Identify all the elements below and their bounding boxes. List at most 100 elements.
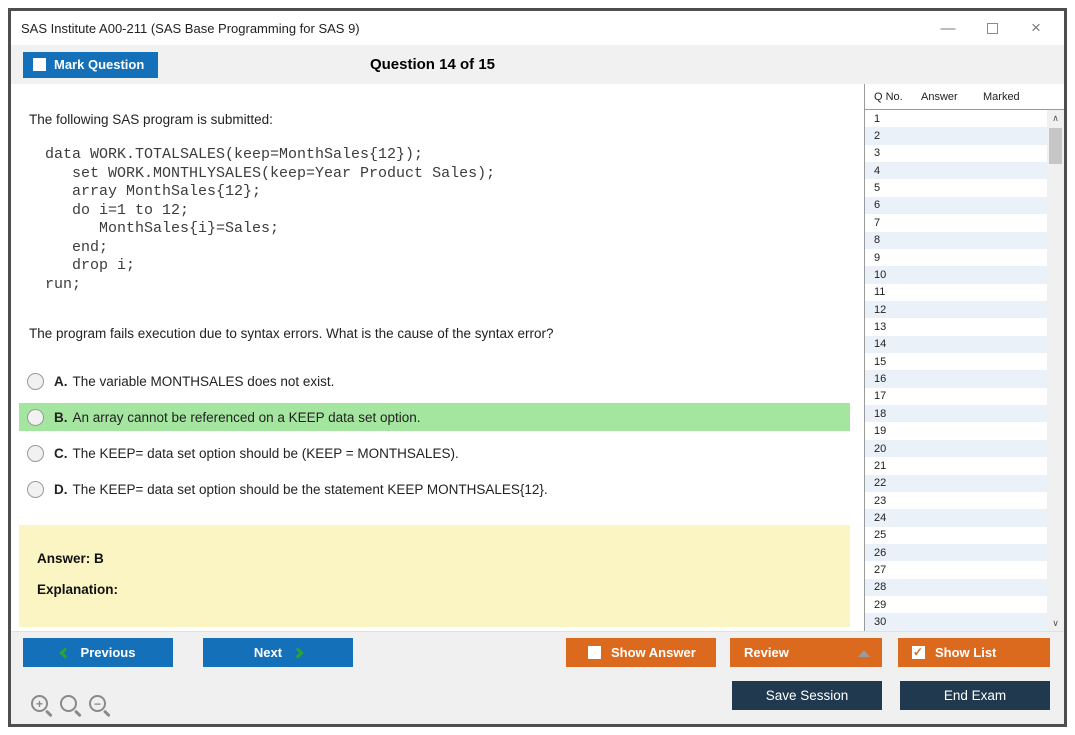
close-button[interactable]: × — [1014, 11, 1058, 45]
question-list-row[interactable]: 1 — [865, 110, 1047, 127]
question-list-row[interactable]: 21 — [865, 457, 1047, 474]
question-list-row[interactable]: 13 — [865, 318, 1047, 335]
row-q-number: 4 — [865, 165, 921, 177]
row-q-number: 26 — [865, 547, 921, 559]
radio-icon[interactable] — [27, 373, 44, 390]
footer-toolbar: Previous Next Show Answer Review Show Li… — [11, 631, 1064, 724]
row-q-number: 12 — [865, 304, 921, 316]
question-list-row[interactable]: 22 — [865, 475, 1047, 492]
row-q-number: 23 — [865, 495, 921, 507]
end-exam-label: End Exam — [944, 688, 1006, 703]
answer-option[interactable]: B.An array cannot be referenced on a KEE… — [19, 403, 850, 431]
row-q-number: 3 — [865, 147, 921, 159]
question-list-row[interactable]: 24 — [865, 509, 1047, 526]
question-list-row[interactable]: 26 — [865, 544, 1047, 561]
radio-icon[interactable] — [27, 409, 44, 426]
question-list-row[interactable]: 20 — [865, 440, 1047, 457]
show-list-button[interactable]: Show List — [898, 638, 1050, 667]
question-intro-text: The following SAS program is submitted: — [29, 112, 850, 127]
question-list-row[interactable]: 9 — [865, 249, 1047, 266]
question-list-row[interactable]: 5 — [865, 179, 1047, 196]
zoom-out-icon[interactable]: − — [89, 695, 106, 712]
question-list-row[interactable]: 23 — [865, 492, 1047, 509]
question-header: Mark Question Question 14 of 15 — [11, 45, 1064, 84]
column-header-qno: Q No. — [865, 91, 921, 103]
row-q-number: 30 — [865, 616, 921, 628]
question-list-sidebar: Q No. Answer Marked 12345678910111213141… — [864, 84, 1064, 631]
row-q-number: 6 — [865, 199, 921, 211]
previous-button[interactable]: Previous — [23, 638, 173, 667]
answer-option[interactable]: C.The KEEP= data set option should be (K… — [19, 439, 850, 467]
column-header-answer: Answer — [921, 91, 983, 103]
question-list-row[interactable]: 14 — [865, 336, 1047, 353]
question-list-row[interactable]: 29 — [865, 596, 1047, 613]
content-area: The following SAS program is submitted: … — [11, 84, 1064, 631]
question-list-row[interactable]: 10 — [865, 266, 1047, 283]
row-q-number: 15 — [865, 356, 921, 368]
row-q-number: 7 — [865, 217, 921, 229]
question-list-row[interactable]: 27 — [865, 561, 1047, 578]
question-list: 1234567891011121314151617181920212223242… — [865, 110, 1047, 631]
option-letter: A. — [54, 374, 68, 389]
question-list-row[interactable]: 11 — [865, 284, 1047, 301]
option-text: The variable MONTHSALES does not exist. — [73, 374, 335, 389]
question-list-row[interactable]: 25 — [865, 527, 1047, 544]
next-label: Next — [254, 645, 282, 660]
row-q-number: 2 — [865, 130, 921, 142]
scroll-down-icon[interactable]: ∨ — [1047, 615, 1064, 631]
radio-icon[interactable] — [27, 445, 44, 462]
question-list-row[interactable]: 12 — [865, 301, 1047, 318]
row-q-number: 19 — [865, 425, 921, 437]
show-answer-button[interactable]: Show Answer — [566, 638, 716, 667]
question-list-scrollbar[interactable]: ∧ ∨ — [1047, 110, 1064, 631]
question-list-row[interactable]: 17 — [865, 388, 1047, 405]
row-q-number: 1 — [865, 113, 921, 125]
question-list-row[interactable]: 7 — [865, 214, 1047, 231]
save-session-button[interactable]: Save Session — [732, 681, 882, 710]
review-dropdown-button[interactable]: Review — [730, 638, 882, 667]
question-counter: Question 14 of 15 — [11, 56, 854, 73]
question-list-row[interactable]: 15 — [865, 353, 1047, 370]
option-letter: D. — [54, 482, 68, 497]
save-session-label: Save Session — [766, 688, 849, 703]
maximize-button[interactable] — [970, 11, 1014, 45]
zoom-in-icon[interactable]: + — [31, 695, 48, 712]
question-list-row[interactable]: 6 — [865, 197, 1047, 214]
next-button[interactable]: Next — [203, 638, 353, 667]
scroll-up-icon[interactable]: ∧ — [1047, 110, 1064, 126]
magnifier-icon[interactable] — [60, 695, 77, 712]
show-answer-label: Show Answer — [611, 645, 696, 660]
question-list-row[interactable]: 3 — [865, 145, 1047, 162]
question-list-row[interactable]: 16 — [865, 370, 1047, 387]
question-list-row[interactable]: 30 — [865, 613, 1047, 630]
row-q-number: 17 — [865, 390, 921, 402]
question-list-row[interactable]: 8 — [865, 232, 1047, 249]
explanation-label: Explanation: — [37, 582, 832, 597]
row-q-number: 25 — [865, 529, 921, 541]
row-q-number: 29 — [865, 599, 921, 611]
question-list-row[interactable]: 28 — [865, 579, 1047, 596]
question-list-row[interactable]: 18 — [865, 405, 1047, 422]
zoom-tools: + − — [31, 695, 106, 712]
scrollbar-thumb[interactable] — [1049, 128, 1062, 164]
option-text: The KEEP= data set option should be the … — [73, 482, 548, 497]
answer-option[interactable]: D. The KEEP= data set option should be th… — [19, 475, 850, 503]
answer-label: Answer: B — [37, 551, 832, 566]
radio-icon[interactable] — [27, 481, 44, 498]
question-list-row[interactable]: 19 — [865, 422, 1047, 439]
row-q-number: 20 — [865, 443, 921, 455]
sas-code-block: data WORK.TOTALSALES(keep=MonthSales{12}… — [45, 146, 850, 294]
option-text: An array cannot be referenced on a KEEP … — [73, 410, 421, 425]
row-q-number: 21 — [865, 460, 921, 472]
question-list-row[interactable]: 2 — [865, 127, 1047, 144]
previous-label: Previous — [81, 645, 136, 660]
show-answer-checkbox-icon[interactable] — [588, 646, 601, 659]
question-panel: The following SAS program is submitted: … — [11, 84, 864, 631]
end-exam-button[interactable]: End Exam — [900, 681, 1050, 710]
show-list-checkbox-icon[interactable] — [912, 646, 925, 659]
answer-option[interactable]: A. The variable MONTHSALES does not exist… — [19, 367, 850, 395]
row-q-number: 8 — [865, 234, 921, 246]
row-q-number: 22 — [865, 477, 921, 489]
question-list-row[interactable]: 4 — [865, 162, 1047, 179]
minimize-button[interactable]: — — [926, 11, 970, 45]
